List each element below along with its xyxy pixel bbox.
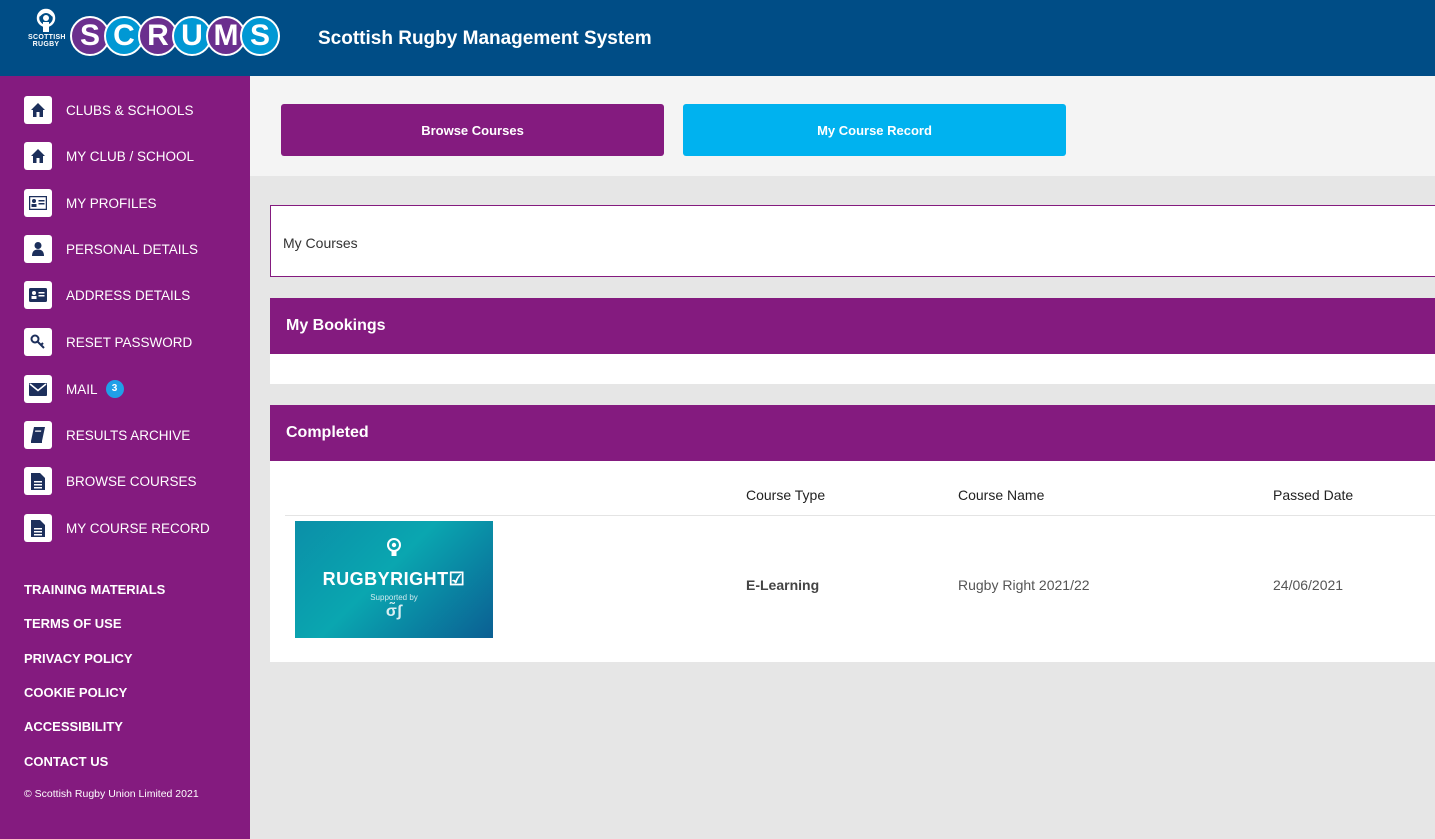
link-privacy-policy[interactable]: PRIVACY POLICY [24,651,133,666]
thumbnail-supported-by: Supported by [370,593,418,602]
link-accessibility[interactable]: ACCESSIBILITY [24,719,123,734]
logo-letter-s2: S [240,16,280,56]
crest-text-1: SCOTTISH [28,34,66,41]
sidebar-item-results-archive[interactable]: RESULTS ARCHIVE [24,421,190,449]
column-header-course-name: Course Name [958,487,1045,503]
file-icon [24,467,52,495]
sidebar-item-mail[interactable]: MAIL 3 [24,375,124,403]
crest-text-2: RUGBY [32,41,60,48]
sidebar-item-label: ADDRESS DETAILS [66,287,191,303]
thistle-icon [36,8,56,32]
link-cookie-policy[interactable]: COOKIE POLICY [24,685,127,700]
sidebar-item-label: MY CLUB / SCHOOL [66,148,195,164]
my-course-record-button[interactable]: My Course Record [683,104,1066,156]
scottish-rugby-crest-icon [387,538,401,556]
rugbyright-logo-text: RUGBYRIGHT☑ [322,569,466,589]
scrums-logo[interactable]: S C R U M S [70,16,280,60]
cell-course-name: Rugby Right 2021/22 [958,577,1090,593]
address-card-icon [24,281,52,309]
sidebar-item-label: PERSONAL DETAILS [66,241,199,257]
my-bookings-body [270,354,1435,384]
sidebar-item-clubs-schools[interactable]: CLUBS & SCHOOLS [24,96,194,124]
browse-courses-button[interactable]: Browse Courses [281,104,664,156]
sponsor-logo: σ̃ʃ [385,603,403,620]
sidebar-item-label: MAIL [66,381,98,397]
sidebar-item-reset-password[interactable]: RESET PASSWORD [24,328,192,356]
completed-header: Completed [270,405,1435,461]
column-header-course-type: Course Type [746,487,826,503]
link-training-materials[interactable]: TRAINING MATERIALS [24,582,165,597]
sidebar-item-my-club-school[interactable]: MY CLUB / SCHOOL [24,142,194,170]
course-action-strip: Browse Courses My Course Record [250,76,1435,176]
sidebar-item-label: CLUBS & SCHOOLS [66,102,194,118]
sidebar-item-label: MY PROFILES [66,195,157,211]
link-contact-us[interactable]: CONTACT US [24,754,108,769]
sidebar-item-label: MY COURSE RECORD [66,520,210,536]
mail-count-badge: 3 [105,380,124,398]
sidebar-item-address-details[interactable]: ADDRESS DETAILS [24,281,190,309]
my-courses-box: My Courses [270,205,1435,277]
top-bar: SCOTTISH RUGBY S C R U M S Scottish Rugb… [0,0,1435,76]
column-header-passed-date: Passed Date [1273,487,1354,503]
home-icon [24,142,52,170]
home-icon [24,96,52,124]
table-row-divider [285,515,1435,516]
sidebar-item-label: RESET PASSWORD [66,334,193,350]
file-icon [24,514,52,542]
sidebar-item-label: RESULTS ARCHIVE [66,427,191,443]
envelope-icon [24,375,52,403]
my-bookings-header: My Bookings [270,298,1435,354]
link-terms-of-use[interactable]: TERMS OF USE [24,616,122,631]
sidebar-item-label: BROWSE COURSES [66,473,197,489]
user-icon [24,235,52,263]
copyright-text: © Scottish Rugby Union Limited 2021 [24,788,199,800]
book-icon [24,421,52,449]
app-title: Scottish Rugby Management System [318,28,652,49]
cell-passed-date: 24/06/2021 [1273,577,1344,593]
course-thumbnail[interactable]: RUGBYRIGHT☑ Supported by σ̃ʃ [295,521,493,638]
cell-course-type: E-Learning [746,577,820,593]
scottish-rugby-crest[interactable]: SCOTTISH RUGBY [28,8,66,66]
sidebar-item-my-course-record[interactable]: MY COURSE RECORD [24,514,210,542]
my-courses-label: My Courses [283,235,358,251]
sidebar-item-personal-details[interactable]: PERSONAL DETAILS [24,235,198,263]
sidebar-item-my-profiles[interactable]: MY PROFILES [24,189,157,217]
key-icon [24,328,52,356]
id-card-icon [24,189,52,217]
sidebar-item-browse-courses[interactable]: BROWSE COURSES [24,467,197,495]
